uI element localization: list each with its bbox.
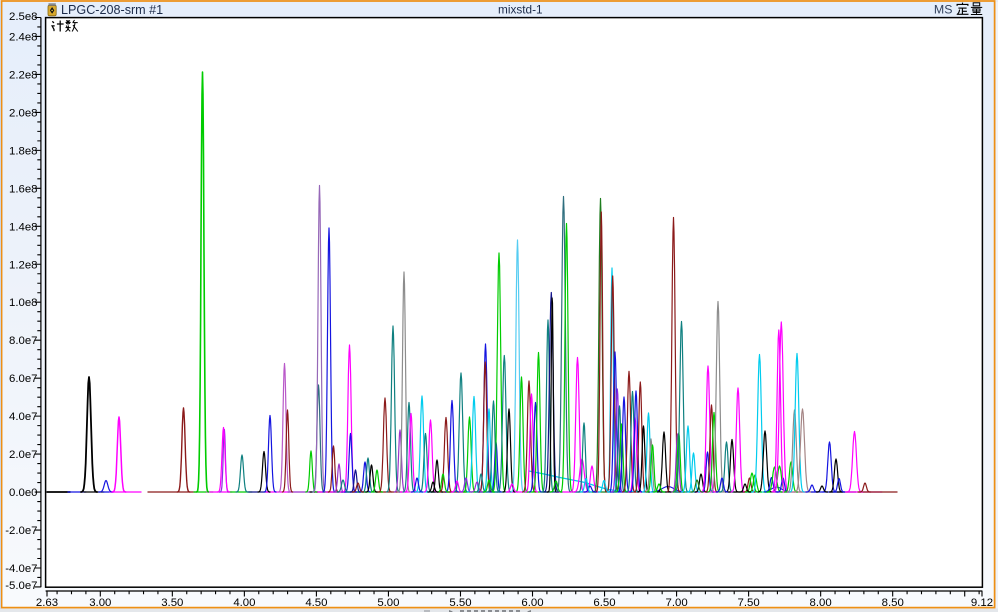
- svg-text:8.50: 8.50: [882, 597, 904, 609]
- svg-text:7.50: 7.50: [738, 597, 760, 609]
- svg-text:2.5e8: 2.5e8: [9, 11, 38, 23]
- svg-text:0.0e0: 0.0e0: [9, 487, 38, 499]
- svg-text:3.50: 3.50: [161, 597, 183, 609]
- svg-text:3.00: 3.00: [89, 597, 111, 609]
- svg-text:LPGC-208-srm #1: LPGC-208-srm #1: [61, 3, 163, 17]
- svg-text:2.63: 2.63: [36, 597, 58, 609]
- svg-text:5.50: 5.50: [449, 597, 471, 609]
- svg-text:2.0e8: 2.0e8: [9, 107, 38, 119]
- svg-text:-5.0e7: -5.0e7: [5, 580, 37, 592]
- svg-text:1.2e8: 1.2e8: [9, 259, 38, 271]
- svg-text:1.4e8: 1.4e8: [9, 221, 38, 233]
- svg-text:-2.0e7: -2.0e7: [5, 525, 37, 537]
- svg-text:1.0e8: 1.0e8: [9, 297, 38, 309]
- svg-text:-4.0e7: -4.0e7: [5, 563, 37, 575]
- svg-text:4.50: 4.50: [305, 597, 327, 609]
- svg-text:6.00: 6.00: [521, 597, 543, 609]
- svg-text:1.8e8: 1.8e8: [9, 145, 38, 157]
- svg-text:6.0e7: 6.0e7: [9, 373, 38, 385]
- svg-text:4.00: 4.00: [233, 597, 255, 609]
- svg-text:2.2e8: 2.2e8: [9, 69, 38, 81]
- svg-text:1.6e8: 1.6e8: [9, 183, 38, 195]
- svg-text:7.00: 7.00: [666, 597, 688, 609]
- svg-text:5.00: 5.00: [377, 597, 399, 609]
- svg-text:6.50: 6.50: [593, 597, 615, 609]
- svg-text:2.4e8: 2.4e8: [9, 32, 38, 44]
- svg-text:2.0e7: 2.0e7: [9, 449, 38, 461]
- svg-text:mixstd-1: mixstd-1: [498, 3, 543, 17]
- svg-text:8.0e7: 8.0e7: [9, 335, 38, 347]
- svg-text:9.12: 9.12: [971, 597, 993, 609]
- svg-text:8.00: 8.00: [810, 597, 832, 609]
- svg-text:MS: MS: [934, 3, 953, 17]
- svg-text:4.0e7: 4.0e7: [9, 411, 38, 423]
